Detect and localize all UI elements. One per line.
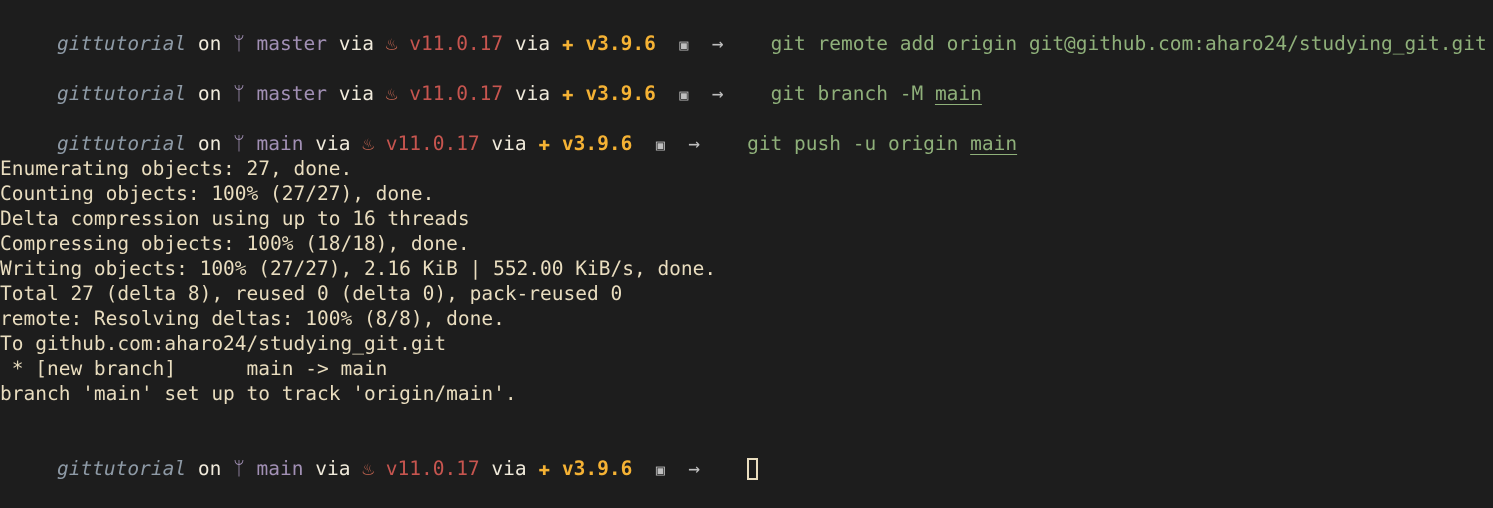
prompt-on: on [197, 82, 222, 105]
prompt-branch: master [256, 32, 327, 55]
prompt-java-version: v11.0.17 [385, 132, 480, 155]
prompt-directory: gittutorial [56, 82, 187, 105]
prompt-on: on [197, 457, 222, 480]
prompt-branch: master [256, 82, 327, 105]
output-line: To github.com:aharo24/studying_git.git [0, 332, 447, 355]
prompt-on: on [197, 132, 222, 155]
output-line: branch 'main' set up to track 'origin/ma… [0, 382, 517, 405]
output-line: Counting objects: 100% (27/27), done. [0, 182, 435, 205]
prompt-via: via [514, 32, 551, 55]
command-argument: main [934, 82, 982, 105]
prompt-on: on [197, 32, 222, 55]
output-line: Total 27 (delta 8), reused 0 (delta 0), … [0, 282, 623, 305]
prompt-arrow: → [711, 32, 724, 55]
prompt-python-version: v3.9.6 [561, 457, 633, 480]
git-branch-icon: ᛘ [233, 132, 245, 155]
prompt-via: via [491, 457, 527, 480]
java-icon: ♨ [362, 457, 374, 480]
output-line: Enumerating objects: 27, done. [0, 157, 353, 180]
git-branch-icon: ᛘ [233, 82, 245, 105]
prompt-python-version: v3.9.6 [585, 32, 656, 55]
prompt-line-current[interactable]: gittutorial on ᛘ main via ♨ v11.0.17 via… [10, 431, 759, 480]
text-cursor [747, 458, 759, 480]
python-icon: ✚ [561, 32, 574, 55]
save-icon: ▣ [655, 136, 665, 154]
output-line: Writing objects: 100% (27/27), 2.16 KiB … [0, 257, 717, 280]
prompt-line: gittutorial on ᛘ master via ♨ v11.0.17 v… [10, 6, 1487, 55]
prompt-branch: main [256, 457, 304, 480]
python-icon: ✚ [538, 457, 551, 480]
prompt-directory: gittutorial [56, 457, 187, 480]
prompt-python-version: v3.9.6 [585, 82, 656, 105]
prompt-line: gittutorial on ᛘ master via ♨ v11.0.17 v… [10, 56, 982, 105]
command-argument: main [970, 132, 1018, 155]
prompt-java-version: v11.0.17 [409, 82, 504, 105]
java-icon: ♨ [385, 82, 398, 105]
prompt-directory: gittutorial [56, 132, 187, 155]
prompt-via: via [514, 82, 551, 105]
prompt-branch: main [256, 132, 304, 155]
prompt-via: via [315, 457, 351, 480]
java-icon: ♨ [362, 132, 374, 155]
prompt-directory: gittutorial [56, 32, 187, 55]
prompt-java-version: v11.0.17 [409, 32, 504, 55]
git-branch-icon: ᛘ [233, 32, 245, 55]
output-line: * [new branch] main -> main [0, 357, 388, 380]
prompt-arrow: → [688, 132, 701, 155]
terminal-window[interactable]: gittutorial on ᛘ master via ♨ v11.0.17 v… [0, 0, 1493, 480]
prompt-line: gittutorial on ᛘ main via ♨ v11.0.17 via… [10, 106, 1017, 155]
output-line: Compressing objects: 100% (18/18), done. [0, 232, 470, 255]
command-text: git remote add origin git@github.com:aha… [770, 32, 1487, 55]
python-icon: ✚ [561, 82, 574, 105]
prompt-via: via [491, 132, 527, 155]
prompt-arrow: → [711, 82, 724, 105]
save-icon: ▣ [679, 36, 689, 54]
python-icon: ✚ [538, 132, 551, 155]
prompt-arrow: → [688, 457, 701, 480]
command-text: git push -u origin [747, 132, 971, 155]
prompt-via: via [315, 132, 351, 155]
save-icon: ▣ [679, 86, 689, 104]
command-text: git branch -M [770, 82, 935, 105]
prompt-via: via [338, 82, 374, 105]
output-line: remote: Resolving deltas: 100% (8/8), do… [0, 307, 505, 330]
prompt-via: via [338, 32, 374, 55]
prompt-python-version: v3.9.6 [561, 132, 633, 155]
git-branch-icon: ᛘ [233, 457, 245, 480]
prompt-java-version: v11.0.17 [385, 457, 480, 480]
java-icon: ♨ [385, 32, 398, 55]
output-line: Delta compression using up to 16 threads [0, 207, 470, 230]
